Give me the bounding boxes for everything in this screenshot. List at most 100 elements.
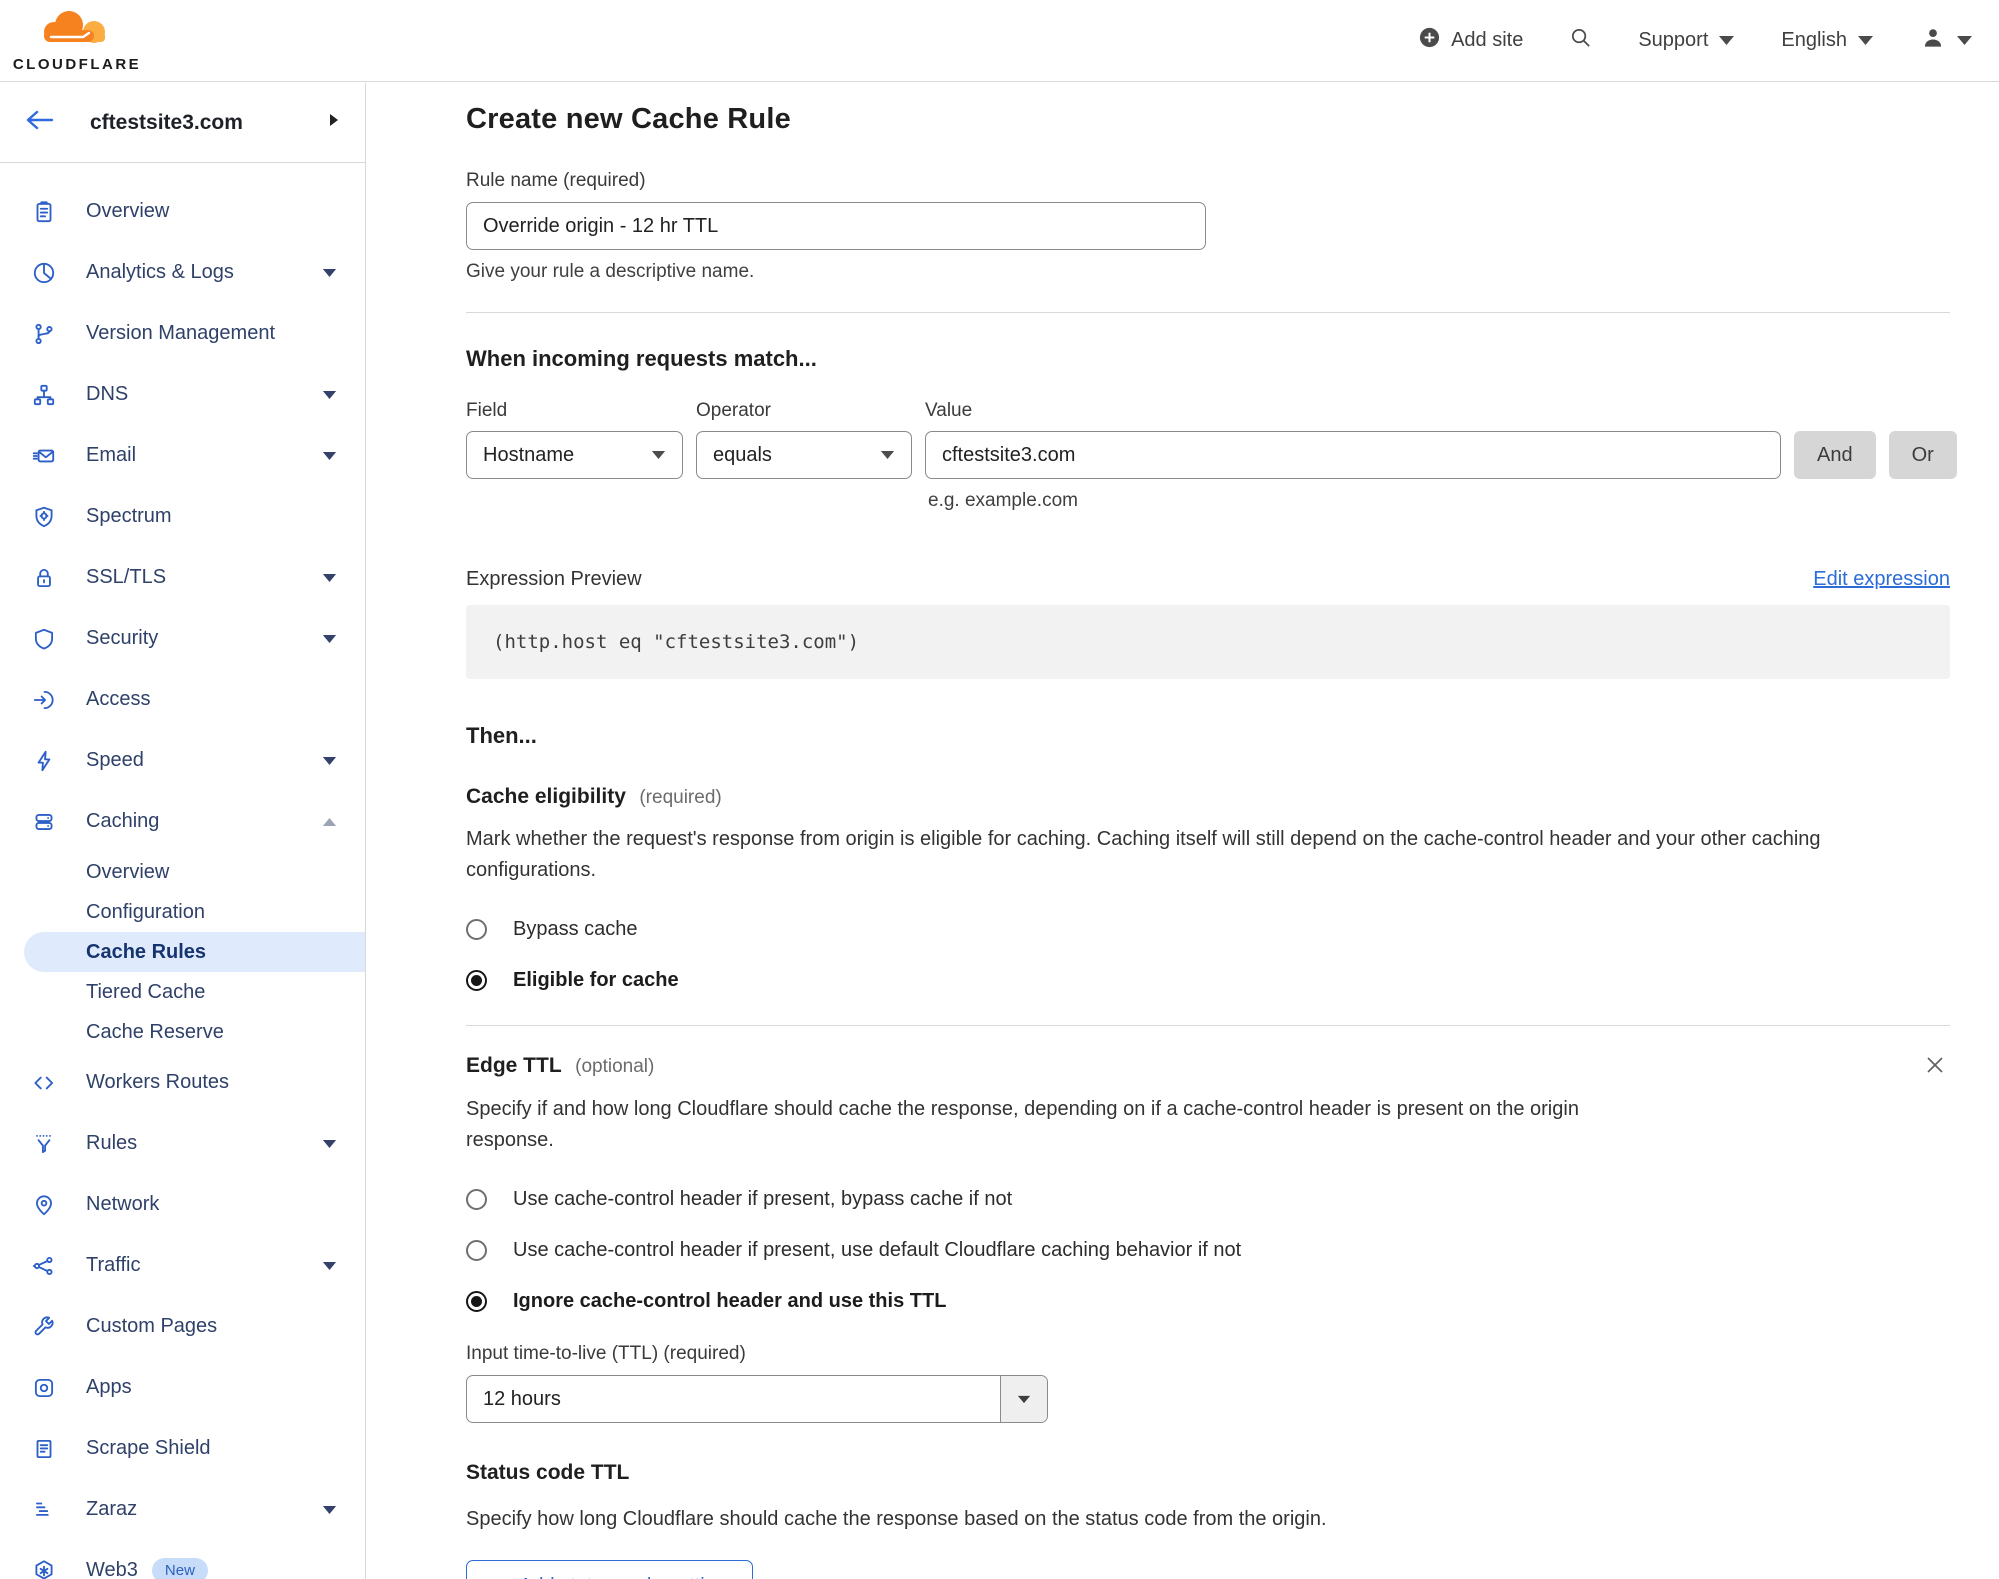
plus-icon: + <box>492 1573 506 1579</box>
language-menu[interactable]: English <box>1781 29 1874 52</box>
ttl-select[interactable]: 12 hours <box>466 1375 1048 1423</box>
match-row: Field Hostname Operator equals Value cft <box>466 400 1957 479</box>
sidebar-item-workers-routes[interactable]: Workers Routes <box>0 1052 365 1113</box>
sidebar-item-analytics-logs[interactable]: Analytics & Logs <box>0 242 365 303</box>
new-badge: New <box>151 1558 208 1579</box>
chevron-down-icon <box>322 451 337 461</box>
radio-unchecked-icon[interactable] <box>466 919 487 940</box>
sidebar-item-email[interactable]: Email <box>0 425 365 486</box>
add-status-code-setting-button[interactable]: + Add status code setting <box>466 1560 753 1579</box>
sidebar-subitem-overview[interactable]: Overview <box>0 852 365 892</box>
site-name: cftestsite3.com <box>90 110 243 134</box>
wrench-icon <box>30 1314 57 1340</box>
value-input[interactable]: cftestsite3.com <box>925 431 1781 479</box>
funnel-icon <box>30 1131 57 1157</box>
radio-unchecked-icon[interactable] <box>466 1189 487 1210</box>
sidebar-item-access[interactable]: Access <box>0 669 365 730</box>
edge-ttl-option-ignore-cache-control-header-and-use-this-ttl[interactable]: Ignore cache-control header and use this… <box>466 1290 1950 1313</box>
edge-ttl-option-use-cache-control-header-if-present-bypass-cache-if-not[interactable]: Use cache-control header if present, byp… <box>466 1188 1950 1211</box>
rule-name-label: Rule name (required) <box>466 170 646 191</box>
field-select[interactable]: Hostname <box>466 431 683 479</box>
cache-eligibility-option-bypass-cache[interactable]: Bypass cache <box>466 918 1950 941</box>
sidebar-item-web3[interactable]: Web3 New <box>0 1540 365 1579</box>
close-icon[interactable] <box>1924 1054 1946 1081</box>
sidebar-item-zaraz[interactable]: Zaraz <box>0 1479 365 1540</box>
sidebar-item-overview[interactable]: Overview <box>0 181 365 242</box>
rule-name-input[interactable]: Override origin - 12 hr TTL <box>466 202 1206 250</box>
sidebar-subitem-cache-reserve[interactable]: Cache Reserve <box>0 1012 365 1052</box>
and-button[interactable]: And <box>1794 431 1876 479</box>
page-title: Create new Cache Rule <box>466 103 791 135</box>
sidebar-item-security[interactable]: Security <box>0 608 365 669</box>
chevron-down-icon <box>322 268 337 278</box>
sidebar-item-rules[interactable]: Rules <box>0 1113 365 1174</box>
sidebar-item-network[interactable]: Network <box>0 1174 365 1235</box>
sidebar-subitem-configuration[interactable]: Configuration <box>0 892 365 932</box>
operator-select-value: equals <box>713 443 772 466</box>
chevron-down-icon <box>1857 35 1874 46</box>
login-arrow-icon <box>30 687 57 713</box>
account-menu[interactable] <box>1920 25 1973 57</box>
chevron-down-icon <box>322 634 337 644</box>
sidebar-item-label: DNS <box>86 383 129 405</box>
chevron-down-icon <box>322 1139 337 1149</box>
edit-expression-link[interactable]: Edit expression <box>1813 568 1950 591</box>
sidebar-item-label: Analytics & Logs <box>86 261 234 283</box>
shield-icon <box>30 626 57 652</box>
plus-circle-icon <box>1418 26 1441 55</box>
chevron-right-icon[interactable] <box>329 113 339 132</box>
sidebar-item-spectrum[interactable]: Spectrum <box>0 486 365 547</box>
sidebar-item-ssl-tls[interactable]: SSL/TLS <box>0 547 365 608</box>
edge-ttl-option-use-cache-control-header-if-present-use-default-cloudflare-caching-behavior-if-not[interactable]: Use cache-control header if present, use… <box>466 1239 1950 1262</box>
sidebar-item-label: Email <box>86 444 137 466</box>
sidebar-item-label: Caching <box>86 810 160 832</box>
user-avatar-icon <box>1920 25 1946 57</box>
support-label: Support <box>1638 29 1709 51</box>
cache-eligibility-option-eligible-for-cache[interactable]: Eligible for cache <box>466 969 1950 992</box>
sidebar-item-dns[interactable]: DNS <box>0 364 365 425</box>
support-menu[interactable]: Support <box>1638 29 1735 52</box>
top-header: CLOUDFLARE Add site Support English <box>0 0 1999 82</box>
radio-unchecked-icon[interactable] <box>466 1240 487 1261</box>
operator-select[interactable]: equals <box>696 431 912 479</box>
add-site-label: Add site <box>1451 29 1524 51</box>
cache-eligibility-heading: Cache eligibility <box>466 785 626 808</box>
code-brackets-icon <box>30 1070 57 1096</box>
add-status-code-setting-label: Add status code setting <box>519 1575 727 1579</box>
clipboard-icon <box>30 199 57 225</box>
ttl-label: Input time-to-live (TTL) (required) <box>466 1343 746 1364</box>
sidebar-item-caching[interactable]: Caching <box>0 791 365 852</box>
edge-ttl-description: Specify if and how long Cloudflare shoul… <box>466 1098 1579 1151</box>
status-code-ttl-heading: Status code TTL <box>466 1461 630 1484</box>
sidebar-subitem-cache-rules[interactable]: Cache Rules <box>24 932 365 972</box>
sidebar-item-label: Zaraz <box>86 1498 138 1520</box>
site-switcher: cftestsite3.com <box>0 83 365 163</box>
expression-code: (http.host eq "cftestsite3.com") <box>466 605 1950 679</box>
search-button[interactable] <box>1569 26 1592 55</box>
cloudflare-logo[interactable]: CLOUDFLARE <box>13 8 139 73</box>
radio-checked-icon[interactable] <box>466 1291 487 1312</box>
sidebar-item-traffic[interactable]: Traffic <box>0 1235 365 1296</box>
sidebar-item-speed[interactable]: Speed <box>0 730 365 791</box>
location-pin-icon <box>30 1192 57 1218</box>
cache-eligibility-description: Mark whether the request's response from… <box>466 828 1821 881</box>
rule-name-helper: Give your rule a descriptive name. <box>466 261 755 282</box>
divider <box>466 312 1950 313</box>
sidebar-item-version-management[interactable]: Version Management <box>0 303 365 364</box>
sidebar-item-apps[interactable]: Apps <box>0 1357 365 1418</box>
cloudflare-cloud-icon <box>31 8 123 55</box>
envelope-icon <box>30 443 57 469</box>
radio-checked-icon[interactable] <box>466 970 487 991</box>
add-site-button[interactable]: Add site <box>1418 26 1523 55</box>
sidebar-item-label: Web3 <box>86 1559 138 1579</box>
or-button[interactable]: Or <box>1888 431 1957 479</box>
sidebar-item-custom-pages[interactable]: Custom Pages <box>0 1296 365 1357</box>
lightning-icon <box>30 748 57 774</box>
sidebar-item-scrape-shield[interactable]: Scrape Shield <box>0 1418 365 1479</box>
chevron-down-icon <box>322 573 337 583</box>
sidebar-item-label: Workers Routes <box>86 1071 230 1093</box>
sidebar-subitem-tiered-cache[interactable]: Tiered Cache <box>0 972 365 1012</box>
back-arrow-icon[interactable] <box>24 108 54 137</box>
cloudflare-dashboard: CLOUDFLARE Add site Support English cfte… <box>0 0 1999 1579</box>
edge-ttl-options: Use cache-control header if present, byp… <box>466 1188 1950 1313</box>
